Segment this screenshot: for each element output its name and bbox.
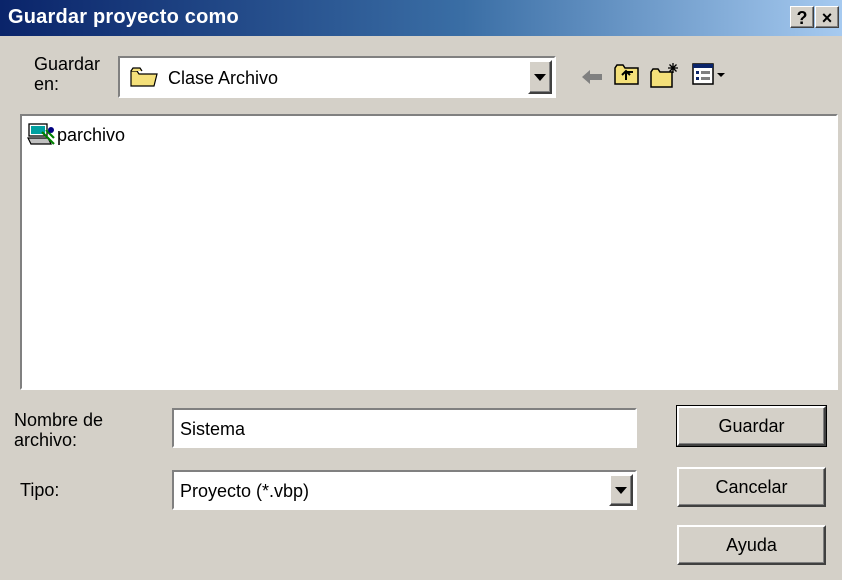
- view-menu-icon[interactable]: [692, 62, 726, 91]
- help-title-button[interactable]: ?: [790, 6, 814, 28]
- location-dropdown-button[interactable]: [528, 60, 552, 94]
- help-icon: ?: [796, 8, 808, 28]
- folder-icon: [130, 66, 158, 93]
- filename-input[interactable]: Sistema: [172, 408, 637, 448]
- save-button[interactable]: Guardar: [676, 405, 827, 447]
- file-list[interactable]: parchivo: [20, 114, 838, 390]
- up-folder-icon[interactable]: [614, 62, 640, 91]
- save-in-label-line1: Guardar: [34, 54, 101, 74]
- window-title: Guardar proyecto como: [8, 6, 239, 28]
- location-combo[interactable]: Clase Archivo: [118, 56, 556, 98]
- filename-value: Sistema: [180, 419, 246, 439]
- location-value: Clase Archivo: [168, 68, 279, 88]
- chevron-down-icon: [615, 486, 627, 494]
- help-button[interactable]: Ayuda: [677, 525, 826, 565]
- filename-label-line2: archivo:: [14, 430, 78, 450]
- vb-project-icon: [26, 122, 56, 148]
- chevron-down-icon: [534, 73, 546, 81]
- back-arrow-icon[interactable]: [580, 68, 604, 91]
- file-name: parchivo: [57, 124, 126, 145]
- filename-label: Nombre de archivo:: [14, 410, 103, 450]
- close-icon: ×: [821, 8, 833, 28]
- cancel-button[interactable]: Cancelar: [677, 467, 826, 507]
- filetype-dropdown-button[interactable]: [609, 474, 633, 506]
- filename-label-line1: Nombre de: [14, 410, 104, 430]
- save-in-label: Guardar en:: [34, 54, 100, 94]
- new-folder-icon[interactable]: [650, 62, 680, 93]
- filetype-label: Tipo:: [20, 480, 60, 500]
- filetype-value: Proyecto (*.vbp): [180, 481, 310, 501]
- list-item[interactable]: parchivo: [26, 122, 125, 148]
- filetype-combo[interactable]: Proyecto (*.vbp): [172, 470, 637, 510]
- close-title-button[interactable]: ×: [815, 6, 839, 28]
- title-bar[interactable]: Guardar proyecto como ? ×: [0, 0, 842, 36]
- save-in-label-line2: en:: [34, 74, 60, 94]
